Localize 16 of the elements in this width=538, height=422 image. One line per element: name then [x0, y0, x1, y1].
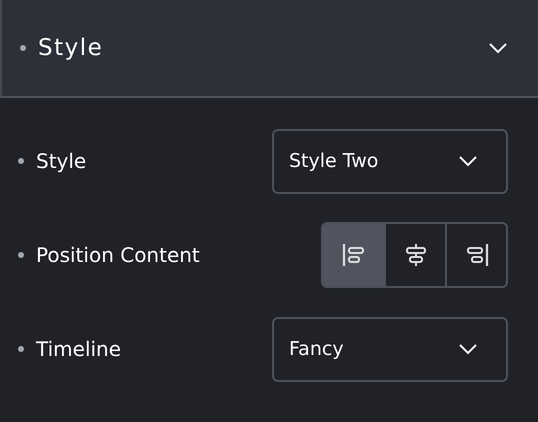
field-label: Style	[36, 148, 88, 175]
chevron-icon	[458, 155, 478, 167]
align-button[interactable]	[445, 224, 506, 286]
align-left-icon	[340, 242, 366, 268]
section-header[interactable]: Style	[0, 0, 538, 98]
bullet-icon	[18, 158, 24, 164]
bullet-icon	[18, 252, 24, 258]
field-label: Position Content	[36, 242, 201, 269]
section-title: Style	[38, 34, 104, 63]
dropdown[interactable]: Style Two	[272, 128, 508, 194]
chevron-icon	[458, 343, 478, 355]
bullet-icon	[18, 346, 24, 352]
bullet-icon	[20, 45, 26, 51]
field-label: Timeline	[36, 336, 122, 363]
dropdown[interactable]: Fancy	[272, 316, 508, 382]
align-button[interactable]	[323, 224, 384, 286]
